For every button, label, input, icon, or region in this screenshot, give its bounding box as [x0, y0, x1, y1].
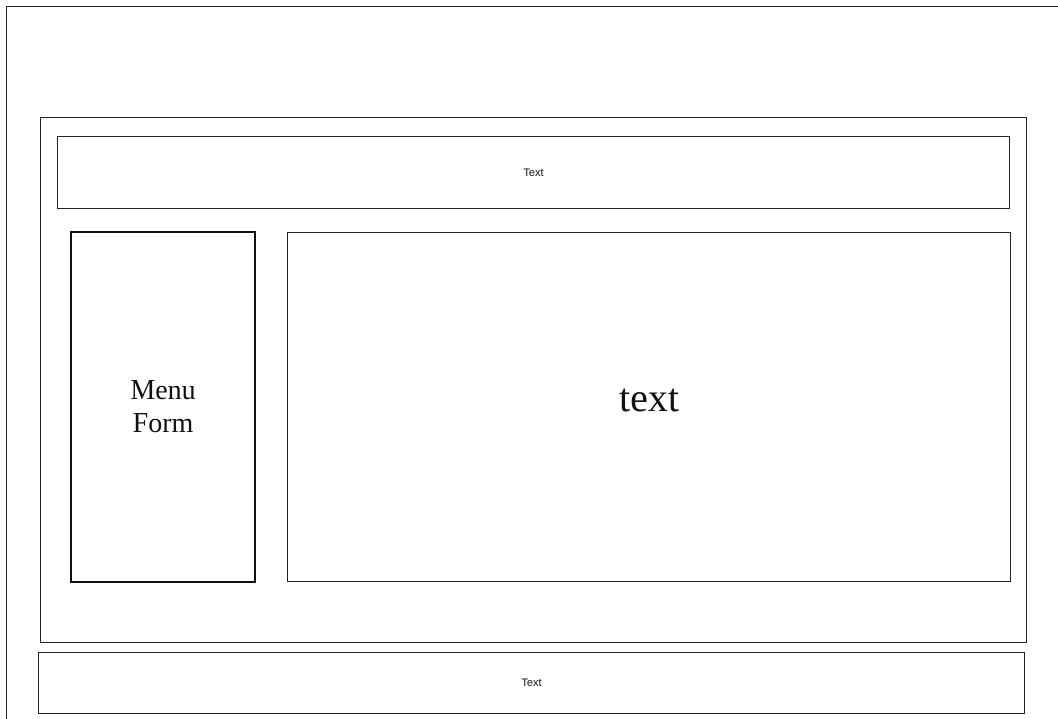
footer-region: Text: [38, 652, 1025, 714]
main-content-label: text: [619, 374, 679, 420]
header-label: Text: [523, 166, 544, 179]
menu-form-region: Menu Form: [70, 231, 256, 583]
menu-label-line1: Menu: [130, 375, 196, 406]
main-content-region: text: [287, 232, 1011, 582]
menu-label-line2: Form: [132, 408, 194, 439]
header-region: Text: [57, 136, 1010, 209]
footer-label: Text: [521, 677, 542, 689]
